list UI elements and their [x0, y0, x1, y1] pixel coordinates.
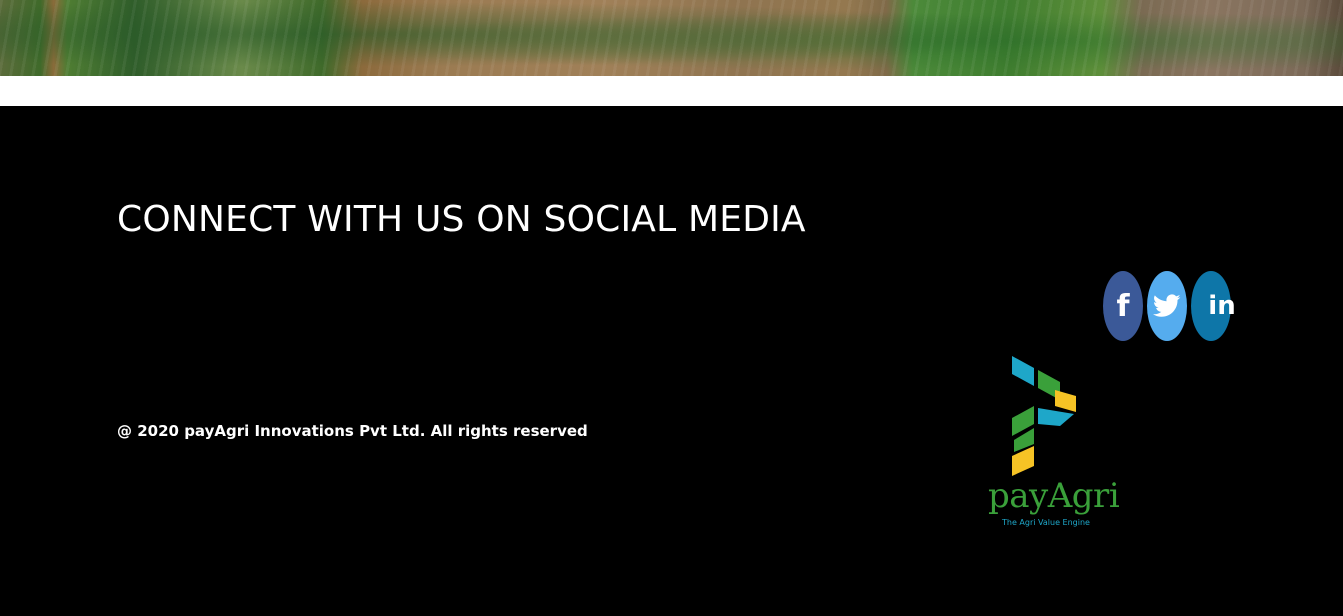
facebook-link[interactable]: f [1103, 271, 1143, 341]
logo-wordmark: payAgri [988, 476, 1120, 516]
twitter-icon [1153, 294, 1181, 317]
copyright-text: @ 2020 payAgri Innovations Pvt Ltd. All … [117, 422, 588, 440]
linkedin-link[interactable]: in [1191, 271, 1236, 341]
facebook-icon: f [1116, 288, 1130, 324]
payagri-logo[interactable]: payAgri The Agri Value Engine [985, 356, 1120, 531]
hero-banner-image [0, 0, 1343, 76]
site-footer: CONNECT WITH US ON SOCIAL MEDIA f in @ 2… [0, 106, 1343, 616]
twitter-link[interactable] [1147, 271, 1187, 341]
linkedin-icon: in [1208, 291, 1236, 321]
social-heading: CONNECT WITH US ON SOCIAL MEDIA [117, 199, 806, 240]
logo-tagline: The Agri Value Engine [1002, 518, 1090, 527]
payagri-logo-mark [1012, 356, 1076, 476]
section-divider [0, 76, 1343, 106]
social-links: f in [1103, 271, 1239, 341]
